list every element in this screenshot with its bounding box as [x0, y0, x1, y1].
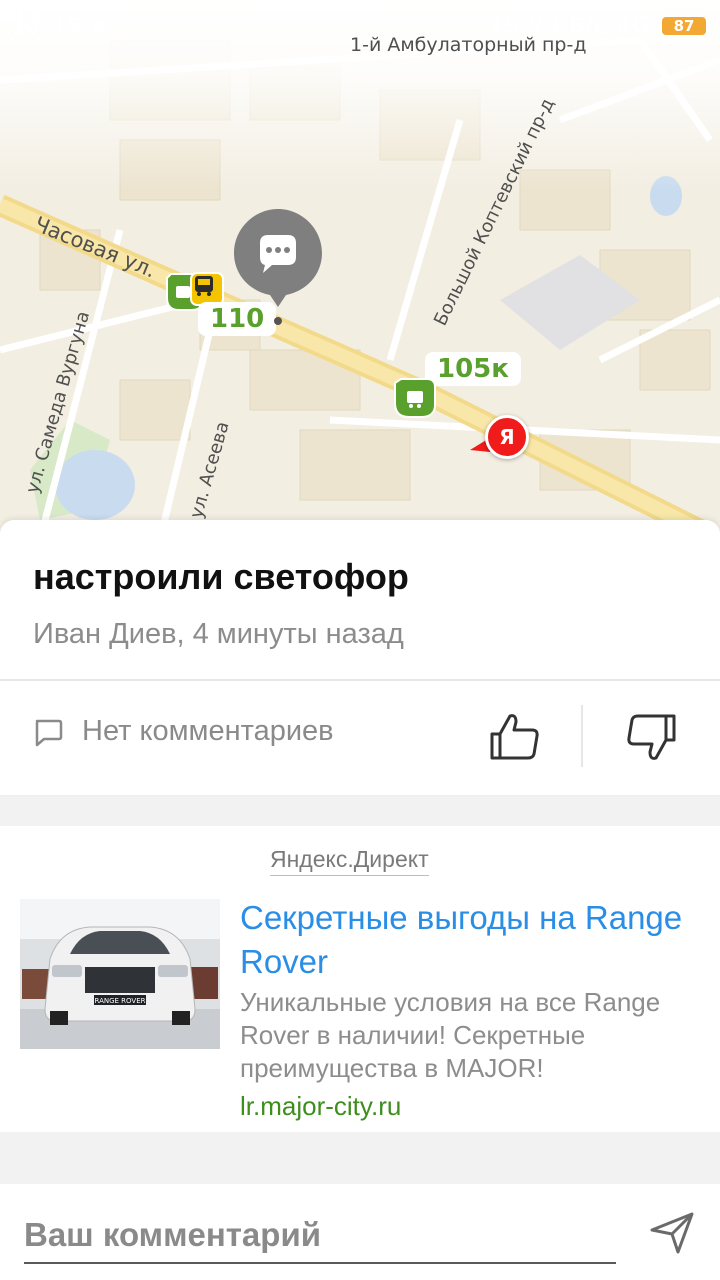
- close-icon[interactable]: [0, 0, 50, 50]
- event-card: настроили светофор Иван Диев, 4 минуты н…: [0, 520, 720, 795]
- comment-input[interactable]: [24, 1208, 616, 1264]
- network-type: 4G: [616, 13, 650, 39]
- ad-source[interactable]: Яндекс.Директ: [270, 846, 429, 876]
- route-label-105k[interactable]: 105к: [425, 352, 521, 386]
- event-author-time: Иван Диев, 4 минуты назад: [33, 618, 404, 650]
- thumbs-up-icon[interactable]: [488, 710, 542, 764]
- ad-url-link[interactable]: lr.major-city.ru: [240, 1091, 401, 1122]
- comments-link[interactable]: Нет комментариев: [32, 715, 334, 748]
- comments-label: Нет комментариев: [82, 715, 334, 747]
- bus-stop-marker-105k[interactable]: [393, 375, 437, 419]
- network-speed: 15,9 КБ/с: [488, 13, 607, 39]
- thumbs-down-icon[interactable]: [624, 710, 678, 764]
- bus-stop-icon: [394, 378, 436, 418]
- send-icon[interactable]: [648, 1208, 696, 1256]
- vote-divider: [581, 705, 583, 767]
- bus-icon[interactable]: [190, 272, 224, 306]
- battery-icon: 87: [660, 15, 708, 37]
- event-comment-pin[interactable]: [232, 205, 324, 325]
- ad-title-link[interactable]: Секретные выгоды на Range Rover: [240, 896, 700, 984]
- ya-location-icon[interactable]: Я: [485, 415, 529, 459]
- comment-bar: [0, 1184, 720, 1280]
- ad-description: Уникальные условия на все Range Rover в …: [240, 987, 661, 1083]
- comment-icon: [35, 719, 63, 746]
- car-image: RANGE ROVER: [20, 899, 220, 1049]
- card-divider: [0, 679, 720, 681]
- play-icon: [94, 17, 111, 35]
- screen: 1-й Амбулаторный пр-д Часовая ул. Большо…: [0, 0, 720, 1280]
- event-title: настроили светофор: [33, 556, 409, 597]
- map-view[interactable]: 1-й Амбулаторный пр-д Часовая ул. Большо…: [0, 0, 720, 540]
- comment-bubble-icon: [234, 209, 322, 325]
- car-plate-text: RANGE ROVER: [94, 997, 145, 1005]
- ad-block[interactable]: Яндекс.Директ RANGE ROVER Секретные выго…: [0, 826, 720, 1132]
- ad-image[interactable]: RANGE ROVER: [20, 899, 220, 1049]
- status-bar: 17:15 15,9 КБ/с 4G 87: [0, 0, 720, 52]
